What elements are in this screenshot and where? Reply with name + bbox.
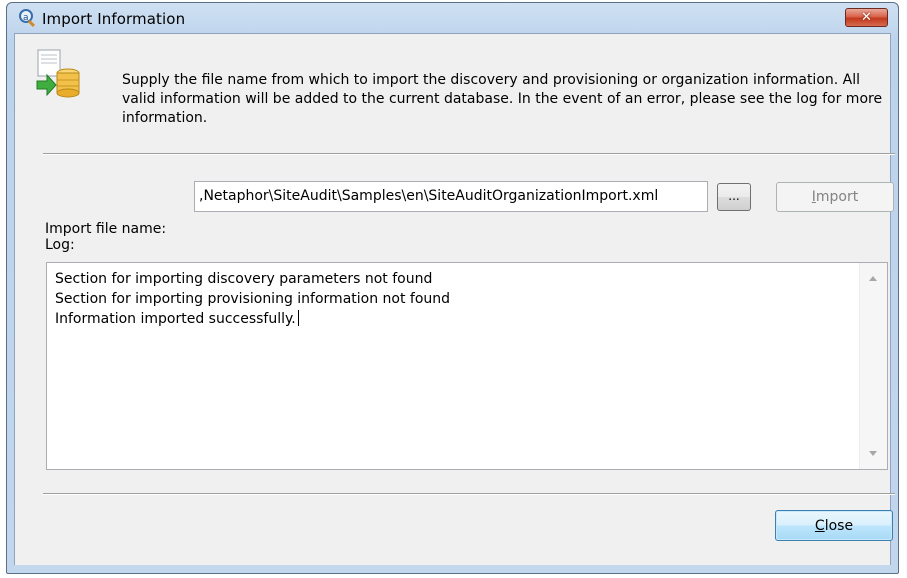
close-button[interactable]: Close	[775, 510, 893, 541]
title-bar[interactable]: a Import Information ✕	[7, 3, 898, 33]
browse-button[interactable]: ...	[717, 183, 751, 211]
svg-text:a: a	[23, 13, 29, 23]
scroll-up-arrow-icon[interactable]	[869, 276, 877, 281]
log-textarea[interactable]: Section for importing discovery paramete…	[46, 262, 888, 470]
close-button-label: Close	[814, 517, 854, 534]
log-label: Log:	[45, 237, 75, 253]
window-close-button[interactable]: ✕	[845, 8, 888, 27]
log-line: Section for importing provisioning infor…	[55, 291, 451, 307]
text-caret	[297, 310, 299, 326]
log-line: Section for importing discovery paramete…	[55, 271, 433, 287]
import-file-input[interactable]: ,Netaphor\SiteAudit\Samples\en\SiteAudit…	[194, 181, 708, 212]
app-magnifier-icon: a	[18, 8, 38, 28]
database-import-icon	[34, 48, 82, 100]
window-title: Import Information	[42, 10, 186, 28]
top-divider	[43, 153, 895, 155]
dialog-body: Supply the file name from which to impor…	[14, 33, 895, 566]
description-text: Supply the file name from which to impor…	[122, 72, 883, 126]
bottom-divider	[43, 493, 895, 495]
window-bottom-border	[14, 565, 891, 569]
import-button-label: Import	[811, 189, 859, 205]
log-scrollbar[interactable]	[859, 263, 887, 469]
log-lines: Section for importing discovery paramete…	[55, 269, 859, 329]
scroll-down-arrow-icon[interactable]	[869, 451, 877, 456]
close-icon: ✕	[861, 10, 872, 25]
import-button[interactable]: Import	[776, 182, 894, 212]
log-line: Information imported successfully.	[55, 309, 859, 329]
import-file-label: Import file name:	[45, 221, 167, 237]
browse-button-label: ...	[728, 188, 740, 203]
import-information-window: a Import Information ✕ Supply the file n…	[6, 2, 899, 574]
